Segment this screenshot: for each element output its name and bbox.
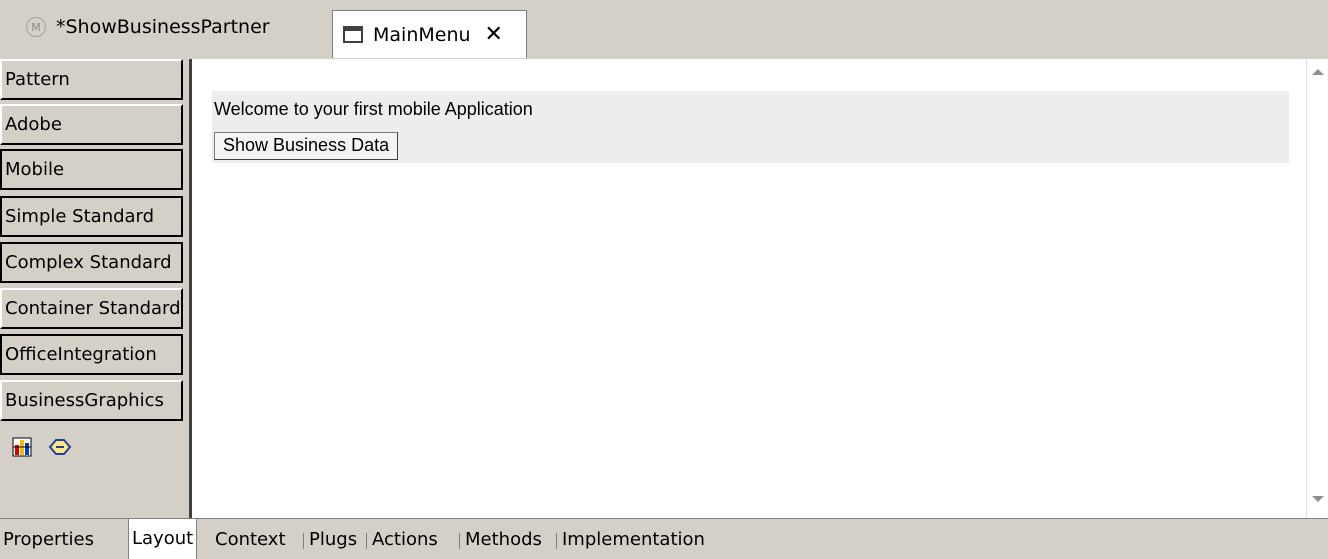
tab-label: MainMenu xyxy=(373,23,471,46)
scroll-down-icon[interactable] xyxy=(1309,490,1327,508)
tab-label: *ShowBusinessPartner xyxy=(56,16,270,38)
palette-item-office-integration[interactable]: OfficeIntegration xyxy=(0,334,183,375)
palette-icon-row xyxy=(12,437,72,457)
palette-item-container-standard[interactable]: Container Standard xyxy=(0,288,183,329)
tab-implementation[interactable]: Implementation xyxy=(559,523,708,557)
palette-panel: Pattern Adobe Mobile Simple Standard Com… xyxy=(0,59,186,520)
root-container[interactable]: Welcome to your first mobile Application… xyxy=(212,91,1289,163)
show-business-data-button[interactable]: Show Business Data xyxy=(214,132,399,160)
tab-separator xyxy=(366,533,367,549)
tab-plugs[interactable]: Plugs xyxy=(306,523,360,557)
tab-context[interactable]: Context xyxy=(212,523,289,557)
tab-actions[interactable]: Actions xyxy=(369,523,441,557)
editor-tab-bar: M *ShowBusinessPartner MainMenu ✕ xyxy=(0,0,1328,58)
tab-separator xyxy=(459,533,460,549)
palette-item-business-graphics[interactable]: BusinessGraphics xyxy=(0,380,183,421)
palette-item-complex-standard[interactable]: Complex Standard xyxy=(0,242,183,283)
tab-separator xyxy=(303,533,304,549)
palette-item-mobile[interactable]: Mobile xyxy=(0,149,183,190)
close-icon[interactable]: ✕ xyxy=(485,23,503,46)
palette-item-adobe[interactable]: Adobe xyxy=(0,104,183,145)
hand-pointer-icon[interactable] xyxy=(48,437,72,457)
scroll-up-icon[interactable] xyxy=(1309,63,1327,81)
welcome-text: Welcome to your first mobile Application xyxy=(214,99,533,119)
editor-view-tabs: Properties Layout Context Plugs Actions … xyxy=(0,518,1328,559)
model-icon: M xyxy=(26,17,46,37)
palette-item-pattern[interactable]: Pattern xyxy=(0,59,183,100)
tab-methods[interactable]: Methods xyxy=(462,523,545,557)
bar-chart-icon[interactable] xyxy=(12,437,32,457)
tab-main-menu[interactable]: MainMenu ✕ xyxy=(332,10,527,58)
tab-show-business-partner[interactable]: M *ShowBusinessPartner xyxy=(0,8,330,46)
tab-layout[interactable]: Layout xyxy=(128,519,198,559)
tab-separator xyxy=(556,533,557,549)
window-icon xyxy=(343,26,363,43)
layout-canvas[interactable]: Welcome to your first mobile Application… xyxy=(189,59,1306,518)
palette-item-simple-standard[interactable]: Simple Standard xyxy=(0,196,183,237)
tab-properties[interactable]: Properties xyxy=(0,523,97,557)
vertical-scrollbar[interactable] xyxy=(1306,59,1328,518)
